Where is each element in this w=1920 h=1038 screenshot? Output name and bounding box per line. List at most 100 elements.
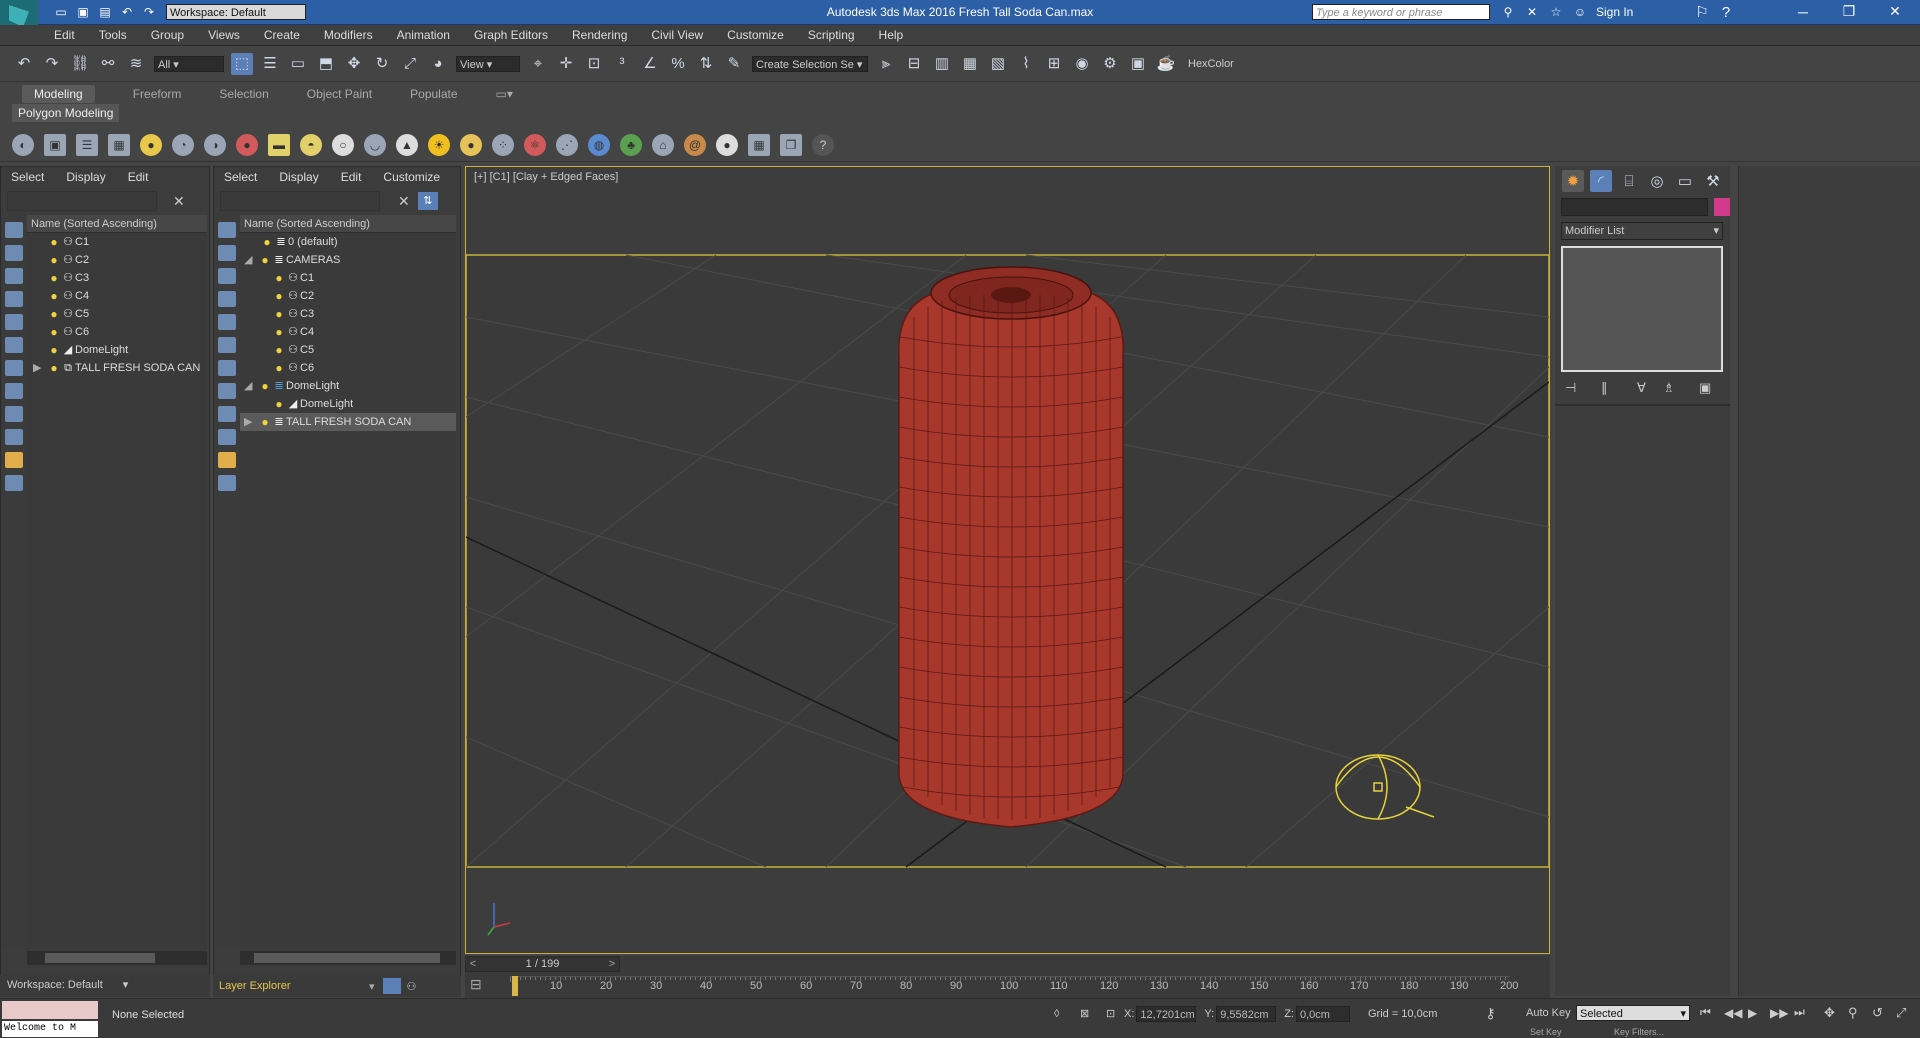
hemisphere-icon[interactable]: ◓ [300,133,322,156]
display-bones-icon[interactable] [218,429,236,445]
explorer1-menu-select[interactable]: Select [11,170,44,184]
shell-icon[interactable]: @ [684,133,706,156]
tab-populate[interactable]: Populate [410,87,457,101]
sphere-shaded-icon[interactable]: ◑ [204,133,226,156]
checker-icon[interactable]: ▦ [748,133,770,156]
expand-arrow-icon[interactable]: ▶ [244,413,258,431]
explorer2-menu-display[interactable]: Display [279,170,318,184]
bulb-icon[interactable]: ● [272,323,286,341]
list-item[interactable]: ● ⚇ C5 [240,341,456,359]
copy-icon[interactable]: ❐ [780,133,802,156]
percent-snap-icon[interactable]: % [667,53,689,75]
grid-icon[interactable]: ▦ [108,133,130,156]
explorer2-scrollbar[interactable] [240,951,456,965]
list-item[interactable]: ● ⚇ C1 [240,269,456,287]
display-geometry-icon[interactable] [5,245,23,261]
expand-arrow-icon[interactable]: ▶ [33,359,47,377]
list-item[interactable]: ● ≣ 0 (default) [240,233,456,251]
render-setup-icon[interactable]: ⚙ [1099,53,1121,75]
binoculars-icon[interactable]: ⚲ [1499,4,1517,20]
display-frozen-icon[interactable] [218,475,236,491]
bulb-icon[interactable]: ● [258,377,272,395]
viewport-c1[interactable]: [+] [C1] [Clay + Edged Faces] [465,166,1550,954]
explorer2-menu-customize[interactable]: Customize [383,170,440,184]
display-containers-icon[interactable] [218,452,236,468]
menu-customize[interactable]: Customize [727,28,784,42]
time-slider[interactable]: < 1 / 199 > [465,956,620,972]
bulb-icon[interactable]: ● [260,233,274,251]
make-unique-icon[interactable]: ∀ [1637,380,1663,396]
explorer2-menu-edit[interactable]: Edit [341,170,362,184]
bulb-icon[interactable]: ● [47,251,61,269]
window-crossing-icon[interactable]: ⬒ [315,53,337,75]
list-item[interactable]: ● ⚇ C1 [27,233,207,251]
place-icon[interactable]: ◕ [427,53,449,75]
tab-modeling[interactable]: Modeling [22,85,95,103]
list-item[interactable]: ● ⚇ C3 [240,305,456,323]
orb-icon[interactable]: ● [460,133,482,156]
bulb-icon[interactable]: ● [47,305,61,323]
menu-animation[interactable]: Animation [397,28,450,42]
key-filters-button[interactable]: Key Filters... [1614,1027,1664,1037]
explorer1-column-header[interactable]: Name (Sorted Ascending) [27,215,207,233]
hf-icon[interactable]: ⌂ [652,133,674,156]
play-icon[interactable]: ▶ [1748,1006,1770,1020]
move-icon[interactable]: ✥ [343,53,365,75]
minimize-icon[interactable]: ─ [1780,4,1826,20]
create-tab-icon[interactable]: ✹ [1562,170,1584,192]
sign-in-link[interactable]: Sign In [1596,5,1633,19]
display-xrefs-icon[interactable] [5,406,23,422]
isolate-icon[interactable]: ◊ [1054,1008,1080,1020]
maxscript-listener[interactable] [2,1001,98,1019]
workspace-selector[interactable]: Workspace: Default ▾ [4,977,164,993]
z-coord-field[interactable]: 0,0cm [1295,1005,1350,1022]
render-icon[interactable]: ☕ [1155,53,1177,75]
bulb-icon[interactable]: ● [47,323,61,341]
explorer1-scrollbar[interactable] [27,951,207,965]
modify-tab-icon[interactable]: ◜ [1590,170,1612,192]
display-containers-icon[interactable] [5,452,23,468]
display-lights-icon[interactable] [5,291,23,307]
hair-icon[interactable]: ⋰ [556,133,578,156]
layer-toggle-icon[interactable] [382,978,401,994]
clear-search-icon[interactable]: ✕ [398,193,410,210]
scene-explorer-icon[interactable]: ▥ [931,53,953,75]
maximize-viewport-icon[interactable]: ⤢ [1896,1005,1916,1021]
bulb-icon[interactable]: ● [272,341,286,359]
menu-rendering[interactable]: Rendering [572,28,627,42]
named-selection-dropdown[interactable]: Create Selection Se ▾ [752,55,868,72]
menu-modifiers[interactable]: Modifiers [324,28,373,42]
camera-icon[interactable]: ◔ [172,133,194,156]
hierarchy-icon[interactable]: ⚇ [407,980,417,993]
pin-stack-icon[interactable]: ⊣ [1565,380,1601,396]
bowl-icon[interactable]: ◡ [364,133,386,156]
list-item[interactable]: ◢ ● ≣ CAMERAS [240,251,456,269]
pan-icon[interactable]: ✥ [1824,1005,1848,1021]
schematic-view-icon[interactable]: ⊞ [1043,53,1065,75]
bind-space-warp-icon[interactable]: ≋ [125,53,147,75]
bulb-icon[interactable]: ● [140,133,162,156]
polygon-modeling-panel[interactable]: Polygon Modeling [12,104,120,122]
white-sphere-icon[interactable]: ● [716,133,738,156]
tab-selection[interactable]: Selection [219,87,268,101]
ribbon-red-icon[interactable]: ● [236,133,258,156]
edit-named-selection-icon[interactable]: ✎ [723,53,745,75]
display-helpers-icon[interactable] [218,337,236,353]
menu-create[interactable]: Create [264,28,300,42]
bulb-icon[interactable]: ● [47,287,61,305]
list-item[interactable]: ● ⚇ C6 [240,359,456,377]
display-spacewarps-icon[interactable] [5,360,23,376]
list-item[interactable]: ● ⚇ C4 [27,287,207,305]
list-item[interactable]: ● ⚇ C5 [27,305,207,323]
go-to-end-icon[interactable]: ⏭ [1794,1005,1818,1020]
list-item[interactable]: ● ⚇ C2 [27,251,207,269]
dropdown-arrow-icon[interactable]: ▾ [369,980,375,993]
list-item[interactable]: ● ⚇ C3 [27,269,207,287]
bulb-icon[interactable]: ● [272,395,286,413]
image-icon[interactable]: ▣ [44,133,66,156]
link-icon[interactable]: ⛓ [69,53,91,75]
display-cameras-icon[interactable] [5,314,23,330]
layer-explorer-icon[interactable]: ▦ [959,53,981,75]
align-icon[interactable]: ⊟ [903,53,925,75]
display-none-icon[interactable] [218,222,236,238]
